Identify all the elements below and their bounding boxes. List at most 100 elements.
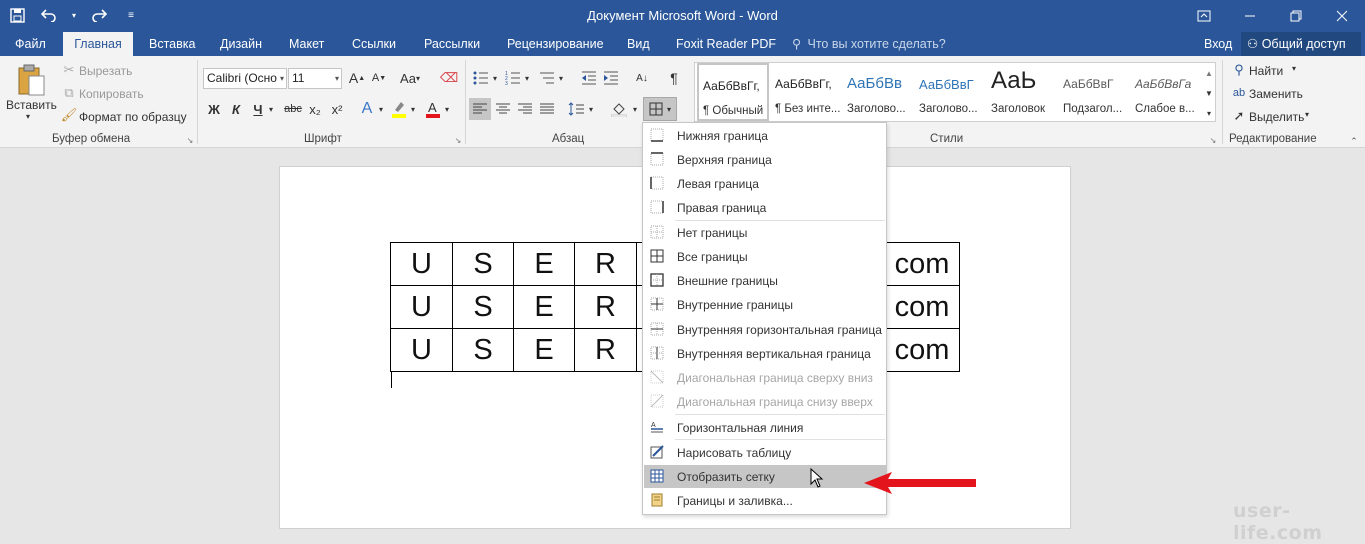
table-cell[interactable]: E: [513, 242, 575, 286]
font-launcher-icon[interactable]: ↘: [454, 136, 462, 145]
style-subtle-emphasis[interactable]: АаБбВвГа Слабое в...: [1131, 63, 1205, 121]
style-heading-2[interactable]: АаБбВвГ Заголово...: [915, 63, 987, 121]
paste-icon[interactable]: [14, 62, 48, 98]
table-cell[interactable]: U: [390, 242, 453, 286]
multilevel-dropdown-icon[interactable]: ▾: [556, 69, 566, 87]
clipboard-launcher-icon[interactable]: ↘: [186, 136, 194, 145]
table-cell[interactable]: com: [884, 242, 960, 286]
tab-home[interactable]: Главная: [63, 32, 133, 56]
menu-item-inside-borders[interactable]: Внутренние границы: [644, 293, 886, 316]
menu-item-borders-and-shading[interactable]: Границы и заливка...: [644, 489, 886, 512]
shading-icon[interactable]: [608, 98, 630, 120]
tab-mailings[interactable]: Рассылки: [424, 32, 480, 56]
table-cell[interactable]: R: [574, 242, 637, 286]
table-cell[interactable]: S: [452, 242, 514, 286]
table-cell[interactable]: R: [574, 328, 637, 372]
clear-formatting-icon[interactable]: ⌫: [440, 69, 458, 87]
align-right-icon[interactable]: [514, 98, 536, 120]
replace-button[interactable]: Заменить: [1249, 87, 1303, 101]
paste-button[interactable]: Вставить: [6, 98, 57, 112]
menu-item-view-gridlines[interactable]: Отобразить сетку: [644, 465, 886, 488]
minimize-icon[interactable]: [1227, 0, 1273, 32]
select-button[interactable]: Выделить: [1249, 110, 1304, 124]
tab-layout[interactable]: Макет: [289, 32, 324, 56]
menu-item-bottom-border[interactable]: Нижняя граница: [644, 124, 886, 147]
style-normal[interactable]: АаБбВвГг, ¶ Обычный: [697, 63, 769, 121]
change-case-icon[interactable]: Aa ▾: [397, 69, 423, 87]
align-center-icon[interactable]: [492, 98, 514, 120]
italic-button[interactable]: К: [228, 100, 244, 118]
table-cell[interactable]: U: [390, 328, 453, 372]
tab-foxit[interactable]: Foxit Reader PDF: [676, 32, 776, 56]
numbering-icon[interactable]: 123: [504, 69, 522, 87]
menu-item-horizontal-line[interactable]: A Горизонтальная линия: [644, 416, 886, 439]
tab-view[interactable]: Вид: [627, 32, 650, 56]
shading-dropdown-icon[interactable]: ▾: [630, 100, 640, 118]
find-button[interactable]: Найти: [1249, 64, 1283, 78]
sort-icon[interactable]: A↓: [633, 69, 651, 87]
tab-review[interactable]: Рецензирование: [507, 32, 604, 56]
cut-button[interactable]: Вырезать: [79, 64, 132, 78]
menu-item-inside-horizontal-border[interactable]: Внутренняя горизонтальная граница: [644, 318, 886, 341]
styles-scroll-down-icon[interactable]: ▼: [1203, 84, 1215, 102]
decrease-indent-icon[interactable]: [580, 69, 598, 87]
tab-insert[interactable]: Вставка: [149, 32, 195, 56]
table-cell[interactable]: E: [513, 285, 575, 329]
font-size-combo[interactable]: 11 ▾: [288, 68, 342, 89]
line-spacing-icon[interactable]: [566, 98, 586, 120]
shrink-font-icon[interactable]: A ▼: [370, 69, 388, 87]
font-name-combo[interactable]: Calibri (Осно ▾: [203, 68, 287, 89]
justify-icon[interactable]: [536, 98, 558, 120]
font-color-dropdown-icon[interactable]: ▾: [442, 100, 452, 118]
sign-in-link[interactable]: Вход: [1204, 32, 1232, 56]
tab-references[interactable]: Ссылки: [352, 32, 396, 56]
share-button[interactable]: ⚇ Общий доступ: [1241, 32, 1361, 56]
menu-item-draw-table[interactable]: Нарисовать таблицу: [644, 441, 886, 464]
highlight-dropdown-icon[interactable]: ▾: [408, 100, 418, 118]
close-icon[interactable]: [1319, 0, 1365, 32]
select-dropdown-icon[interactable]: ▾: [1305, 110, 1309, 119]
copy-button[interactable]: Копировать: [79, 87, 144, 101]
restore-icon[interactable]: [1273, 0, 1319, 32]
ribbon-display-options-icon[interactable]: [1181, 0, 1227, 32]
style-no-spacing[interactable]: АаБбВвГг, ¶ Без инте...: [771, 63, 843, 121]
table-cell[interactable]: com: [884, 285, 960, 329]
bullets-dropdown-icon[interactable]: ▾: [490, 69, 500, 87]
format-painter-button[interactable]: Формат по образцу: [79, 110, 187, 124]
highlight-color-icon[interactable]: [390, 99, 408, 119]
menu-item-left-border[interactable]: Левая граница: [644, 172, 886, 195]
table-cell[interactable]: S: [452, 328, 514, 372]
table-cell[interactable]: E: [513, 328, 575, 372]
menu-item-right-border[interactable]: Правая граница: [644, 196, 886, 219]
menu-item-no-border[interactable]: Нет границы: [644, 221, 886, 244]
menu-item-top-border[interactable]: Верхняя граница: [644, 148, 886, 171]
collapse-ribbon-icon[interactable]: ⌃: [1349, 136, 1359, 146]
table-cell[interactable]: U: [390, 285, 453, 329]
table-cell[interactable]: R: [574, 285, 637, 329]
numbering-dropdown-icon[interactable]: ▾: [522, 69, 532, 87]
menu-item-outside-borders[interactable]: Внешние границы: [644, 269, 886, 292]
underline-button[interactable]: Ч: [250, 100, 266, 118]
menu-item-all-borders[interactable]: Все границы: [644, 245, 886, 268]
tell-me-search[interactable]: ⚲ Что вы хотите сделать?: [792, 32, 946, 56]
tab-design[interactable]: Дизайн: [220, 32, 262, 56]
font-color-icon[interactable]: A: [424, 99, 442, 119]
menu-item-inside-vertical-border[interactable]: Внутренняя вертикальная граница: [644, 342, 886, 365]
show-formatting-marks-icon[interactable]: ¶: [665, 69, 683, 87]
paste-dropdown-icon[interactable]: ▾: [26, 112, 30, 121]
underline-dropdown-icon[interactable]: ▾: [266, 100, 276, 118]
subscript-button[interactable]: x₂: [306, 100, 324, 118]
borders-button[interactable]: ▾: [643, 97, 677, 121]
style-heading-1[interactable]: АаБбВв Заголово...: [843, 63, 915, 121]
multilevel-list-icon[interactable]: [538, 69, 556, 87]
text-effects-icon[interactable]: A: [358, 99, 376, 119]
increase-indent-icon[interactable]: [602, 69, 620, 87]
tab-file[interactable]: Файл: [15, 32, 46, 56]
text-effects-dropdown-icon[interactable]: ▾: [376, 100, 386, 118]
grow-font-icon[interactable]: A ▲: [348, 69, 366, 87]
styles-scroll-up-icon[interactable]: ▲: [1203, 64, 1215, 82]
style-title[interactable]: АаЬ Заголовок: [987, 63, 1059, 121]
superscript-button[interactable]: x²: [328, 100, 346, 118]
line-spacing-dropdown-icon[interactable]: ▾: [586, 100, 596, 118]
align-left-icon[interactable]: [469, 98, 491, 120]
